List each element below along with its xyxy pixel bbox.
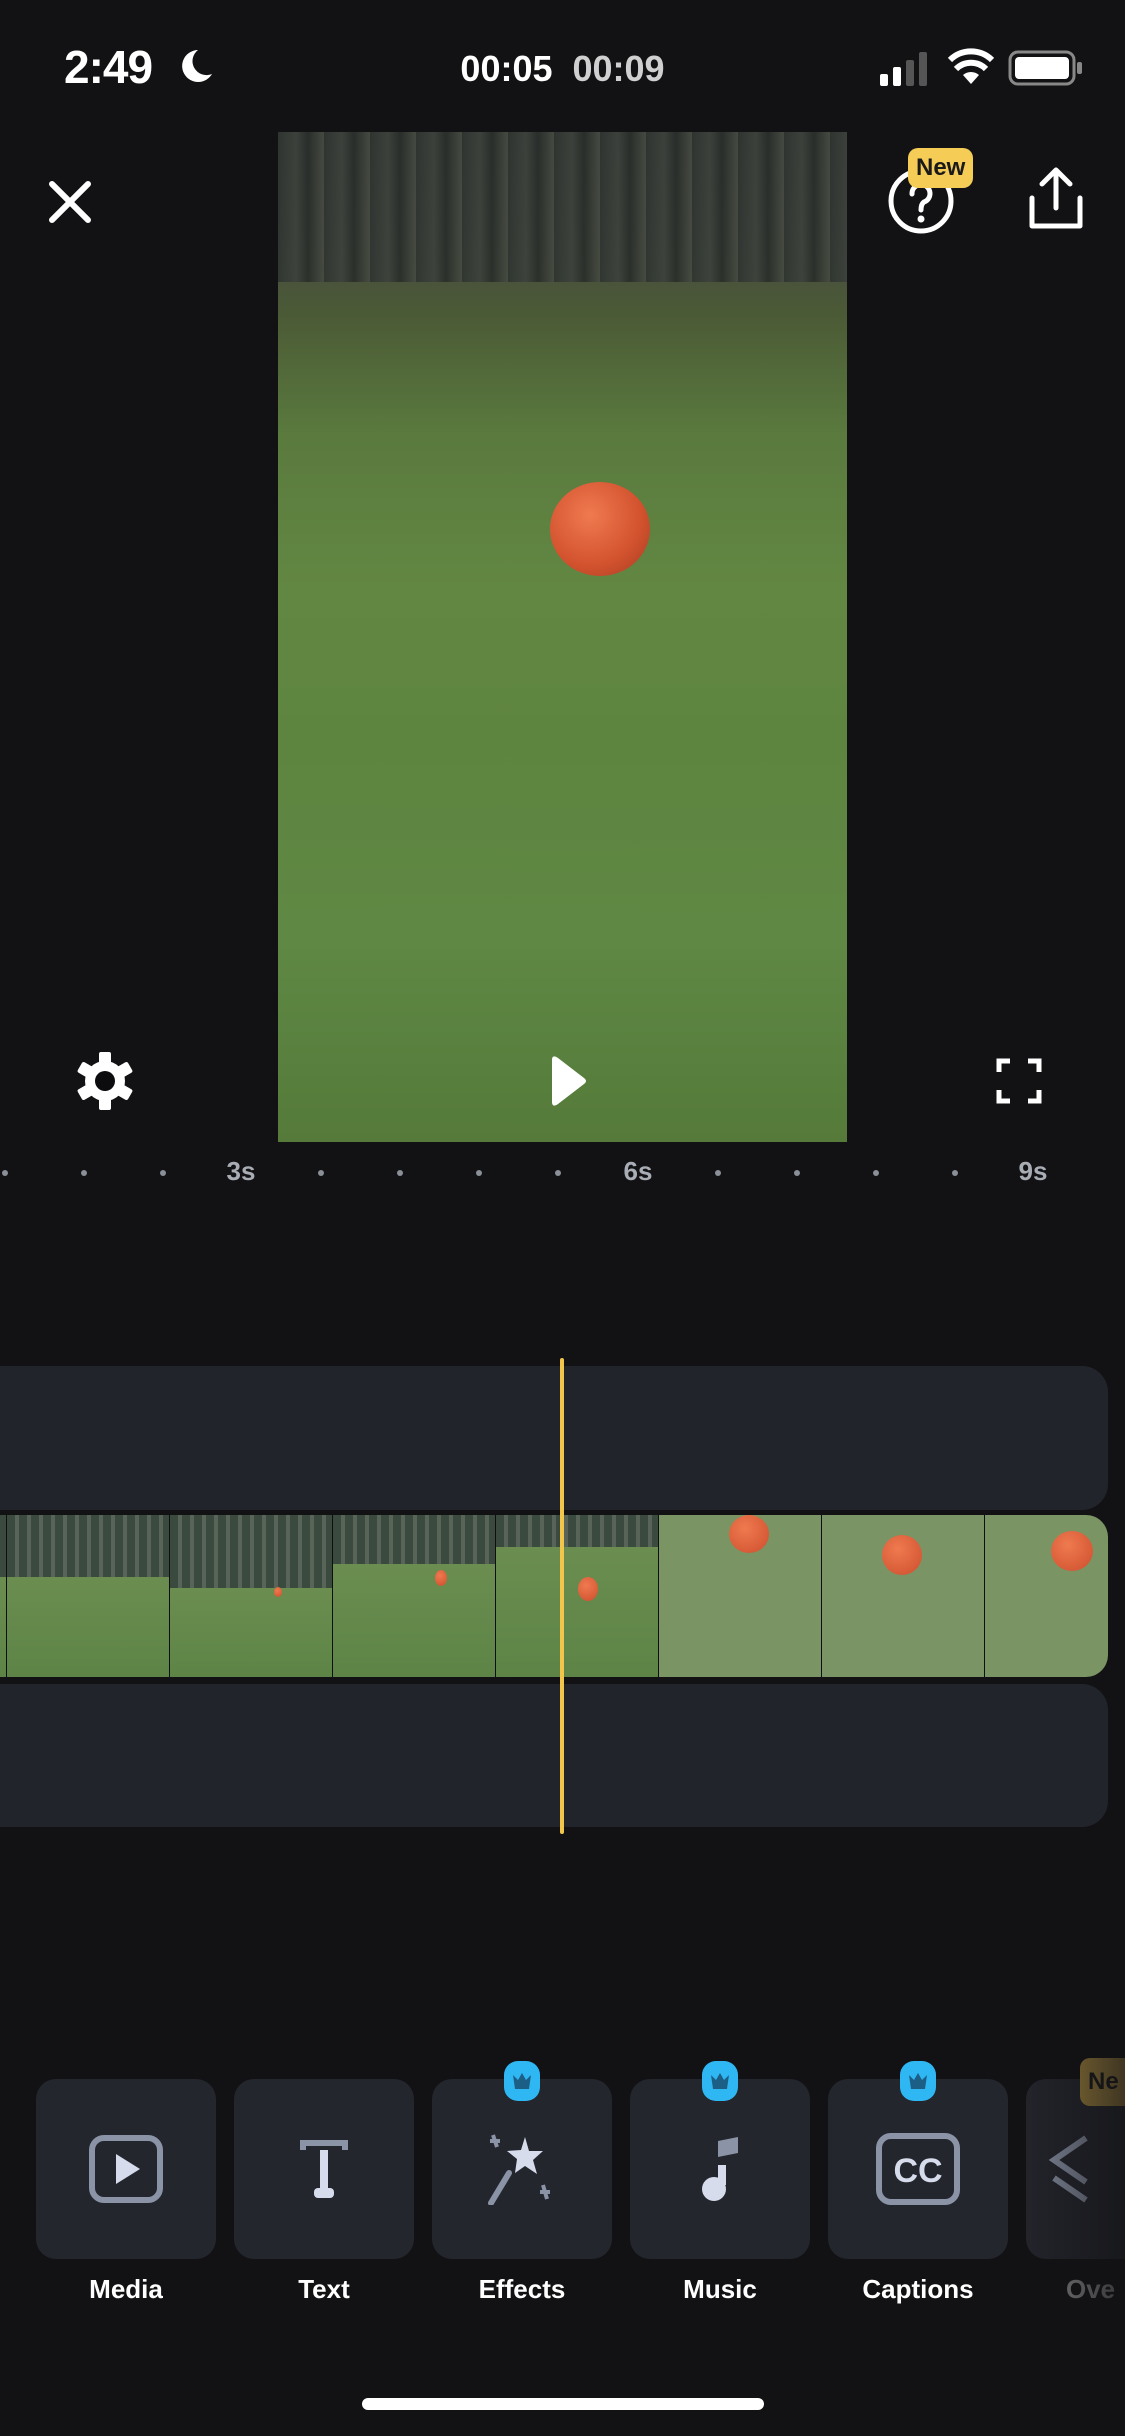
total-time: 00:09 bbox=[572, 48, 665, 89]
clip-frame bbox=[496, 1515, 659, 1677]
clip-frame bbox=[7, 1515, 170, 1677]
clip-frame bbox=[822, 1515, 985, 1677]
text-cursor-icon bbox=[300, 2140, 348, 2198]
player-time: 00:05 00:09 bbox=[0, 48, 1125, 90]
ruler-tick bbox=[160, 1170, 166, 1176]
clip-frame bbox=[333, 1515, 496, 1677]
tool-captions[interactable]: CC bbox=[828, 2079, 1008, 2259]
tool-text[interactable] bbox=[234, 2079, 414, 2259]
ruler-label-9s: 9s bbox=[1018, 1156, 1048, 1186]
ruler-tick bbox=[715, 1170, 721, 1176]
ruler-tick bbox=[81, 1170, 87, 1176]
ruler-tick bbox=[476, 1170, 482, 1176]
video-fence-background bbox=[278, 132, 847, 282]
ruler-tick bbox=[952, 1170, 958, 1176]
crown-icon bbox=[513, 2073, 531, 2089]
play-icon[interactable] bbox=[548, 1054, 588, 1108]
tool-label-media: Media bbox=[89, 2274, 163, 2304]
tool-label-music: Music bbox=[683, 2274, 757, 2304]
tool-label-captions: Captions bbox=[862, 2274, 974, 2304]
share-icon[interactable] bbox=[1026, 164, 1086, 234]
crown-icon bbox=[711, 2073, 729, 2089]
tool-effects[interactable] bbox=[432, 2079, 612, 2259]
clip-frame bbox=[170, 1515, 333, 1677]
ruler-tick bbox=[397, 1170, 403, 1176]
new-badge: New bbox=[908, 148, 974, 188]
toolbar-fade bbox=[1010, 2040, 1125, 2320]
clip-frame bbox=[0, 1515, 7, 1677]
ruler-tick bbox=[555, 1170, 561, 1176]
playhead[interactable] bbox=[560, 1358, 564, 1834]
premium-badge-captions bbox=[900, 2061, 936, 2101]
video-preview[interactable] bbox=[278, 132, 847, 1142]
tool-media[interactable] bbox=[36, 2079, 216, 2259]
current-time: 00:05 bbox=[460, 48, 553, 89]
clip-frame bbox=[659, 1515, 822, 1677]
tool-label-text: Text bbox=[298, 2274, 350, 2304]
ruler-label-3s: 3s bbox=[226, 1156, 256, 1186]
captions-glyph: CC bbox=[893, 2152, 942, 2190]
timeline-ruler[interactable]: 3s 6s 9s bbox=[0, 1142, 1125, 1202]
closed-captions-icon: CC bbox=[876, 2133, 960, 2205]
gear-icon[interactable] bbox=[74, 1050, 136, 1112]
ruler-tick bbox=[318, 1170, 324, 1176]
premium-badge-effects bbox=[504, 2061, 540, 2101]
media-play-icon bbox=[89, 2135, 163, 2203]
overlay-track[interactable] bbox=[0, 1366, 1108, 1510]
ruler-tick bbox=[873, 1170, 879, 1176]
ruler-tick bbox=[794, 1170, 800, 1176]
video-clip[interactable] bbox=[0, 1515, 1108, 1677]
ruler-label-6s: 6s bbox=[623, 1156, 653, 1186]
close-icon[interactable] bbox=[44, 176, 96, 228]
music-note-icon bbox=[702, 2137, 738, 2201]
ruler-tick bbox=[2, 1170, 8, 1176]
home-indicator[interactable] bbox=[362, 2398, 764, 2410]
tool-label-effects: Effects bbox=[478, 2274, 566, 2304]
video-ball bbox=[550, 482, 650, 576]
premium-badge-music bbox=[702, 2061, 738, 2101]
audio-track[interactable] bbox=[0, 1684, 1108, 1827]
crown-icon bbox=[909, 2073, 927, 2089]
clip-frame bbox=[985, 1515, 1108, 1677]
tool-music[interactable] bbox=[630, 2079, 810, 2259]
magic-wand-icon bbox=[488, 2134, 550, 2205]
fullscreen-icon[interactable] bbox=[996, 1058, 1042, 1104]
